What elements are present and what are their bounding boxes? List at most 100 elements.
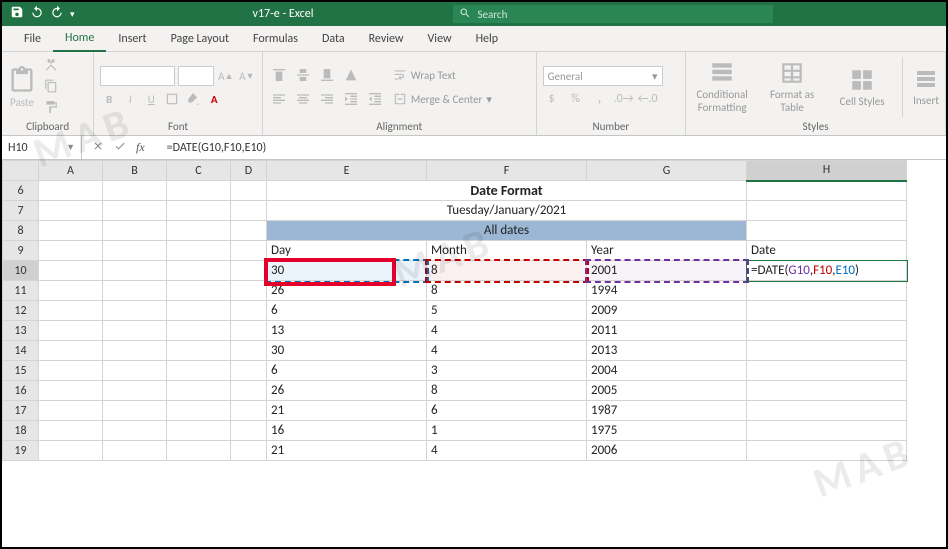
copy-icon[interactable] <box>44 79 58 96</box>
tab-review[interactable]: Review <box>357 26 416 52</box>
decrease-font-icon[interactable]: A▼ <box>238 67 256 85</box>
cell[interactable]: 16 <box>267 421 427 441</box>
align-left-icon[interactable] <box>269 89 289 109</box>
row-header[interactable]: 8 <box>3 221 39 241</box>
undo-icon[interactable] <box>30 5 44 23</box>
merge-center-button[interactable]: Merge & Center ▾ <box>389 92 496 106</box>
col-header-A[interactable]: A <box>39 161 103 181</box>
cell[interactable]: 6 <box>267 361 427 381</box>
header-year[interactable]: Year <box>587 241 747 261</box>
cut-icon[interactable] <box>44 58 58 75</box>
cell[interactable]: 30 <box>267 341 427 361</box>
cell[interactable]: 2011 <box>587 321 747 341</box>
redo-icon[interactable] <box>50 5 64 23</box>
search-box[interactable]: Search <box>453 5 773 23</box>
insert-cells-button[interactable]: Insert <box>913 68 939 107</box>
fill-color-icon[interactable] <box>184 90 202 108</box>
select-all-corner[interactable] <box>3 161 39 181</box>
cell[interactable]: 6 <box>267 301 427 321</box>
cell[interactable]: 8 <box>427 381 587 401</box>
paste-button[interactable]: Paste <box>8 66 36 109</box>
cell[interactable]: 26 <box>267 381 427 401</box>
cell[interactable]: 1994 <box>587 281 747 301</box>
cell[interactable]: 26 <box>267 281 427 301</box>
tab-home[interactable]: Home <box>53 26 106 52</box>
decrease-indent-icon[interactable] <box>341 89 361 109</box>
cell[interactable]: 4 <box>427 321 587 341</box>
cell[interactable]: 13 <box>267 321 427 341</box>
row-header[interactable]: 10 <box>3 261 39 281</box>
cell[interactable]: 4 <box>427 341 587 361</box>
tab-page-layout[interactable]: Page Layout <box>159 26 241 52</box>
comma-icon[interactable]: , <box>591 90 609 108</box>
font-color-icon[interactable]: A <box>205 90 223 108</box>
col-header-E[interactable]: E <box>267 161 427 181</box>
format-painter-icon[interactable] <box>44 100 58 117</box>
currency-icon[interactable]: $ <box>543 90 561 108</box>
all-dates-header[interactable]: All dates <box>267 221 747 241</box>
cell-G10[interactable]: 2001 <box>587 261 747 281</box>
cell[interactable]: 5 <box>427 301 587 321</box>
row-header[interactable]: 9 <box>3 241 39 261</box>
cell-F10[interactable]: 8 <box>427 261 587 281</box>
increase-font-icon[interactable]: A▲ <box>217 67 235 85</box>
align-top-icon[interactable] <box>269 65 289 85</box>
cell[interactable]: 2013 <box>587 341 747 361</box>
orientation-icon[interactable] <box>341 65 361 85</box>
format-as-table-button[interactable]: Format as Table <box>762 60 822 114</box>
name-box[interactable]: H10▼ <box>2 136 82 159</box>
cell-E10[interactable]: 30 <box>267 261 427 281</box>
bold-icon[interactable]: B <box>100 90 118 108</box>
percent-icon[interactable]: % <box>567 90 585 108</box>
enter-formula-icon[interactable] <box>114 140 126 156</box>
row-header[interactable]: 6 <box>3 181 39 201</box>
row-header[interactable]: 19 <box>3 441 39 461</box>
row-header[interactable]: 12 <box>3 301 39 321</box>
cell[interactable]: 21 <box>267 401 427 421</box>
header-month[interactable]: Month <box>427 241 587 261</box>
tab-insert[interactable]: Insert <box>106 26 158 52</box>
align-middle-icon[interactable] <box>293 65 313 85</box>
align-center-icon[interactable] <box>293 89 313 109</box>
font-family-dropdown[interactable] <box>100 66 175 86</box>
header-day[interactable]: Day <box>267 241 427 261</box>
cell[interactable]: 21 <box>267 441 427 461</box>
underline-icon[interactable]: U <box>142 90 160 108</box>
row-header[interactable]: 17 <box>3 401 39 421</box>
cancel-formula-icon[interactable] <box>92 140 104 156</box>
cell[interactable]: 2005 <box>587 381 747 401</box>
col-header-G[interactable]: G <box>587 161 747 181</box>
increase-indent-icon[interactable] <box>365 89 385 109</box>
tab-data[interactable]: Data <box>310 26 357 52</box>
tab-file[interactable]: File <box>12 26 53 52</box>
increase-decimal-icon[interactable]: .0→ <box>615 90 633 108</box>
col-header-H[interactable]: H <box>747 161 907 181</box>
row-header[interactable]: 7 <box>3 201 39 221</box>
cell[interactable]: 3 <box>427 361 587 381</box>
tab-formulas[interactable]: Formulas <box>241 26 310 52</box>
col-header-F[interactable]: F <box>427 161 587 181</box>
row-header[interactable]: 11 <box>3 281 39 301</box>
row-header[interactable]: 14 <box>3 341 39 361</box>
row-header[interactable]: 16 <box>3 381 39 401</box>
col-header-D[interactable]: D <box>231 161 267 181</box>
cell-H10[interactable]: =DATE(G10,F10,E10) <box>747 261 907 281</box>
decrease-decimal-icon[interactable]: ←.0 <box>639 90 657 108</box>
cell[interactable]: 2006 <box>587 441 747 461</box>
cell[interactable]: 1987 <box>587 401 747 421</box>
fx-icon[interactable]: fx <box>136 140 145 155</box>
align-right-icon[interactable] <box>317 89 337 109</box>
tab-help[interactable]: Help <box>464 26 511 52</box>
cell[interactable]: 4 <box>427 441 587 461</box>
date-display[interactable]: Tuesday/January/2021 <box>267 201 747 221</box>
col-header-C[interactable]: C <box>167 161 231 181</box>
row-header[interactable]: 13 <box>3 321 39 341</box>
cell[interactable]: 8 <box>427 281 587 301</box>
formula-bar[interactable]: =DATE(G10,F10,E10) <box>161 141 946 155</box>
align-bottom-icon[interactable] <box>317 65 337 85</box>
cell[interactable]: 6 <box>427 401 587 421</box>
italic-icon[interactable]: I <box>121 90 139 108</box>
save-icon[interactable] <box>10 5 24 23</box>
cell[interactable]: 2009 <box>587 301 747 321</box>
spreadsheet-grid[interactable]: A B C D E F G H 6 Date Format 7 Tuesday/… <box>2 160 946 461</box>
